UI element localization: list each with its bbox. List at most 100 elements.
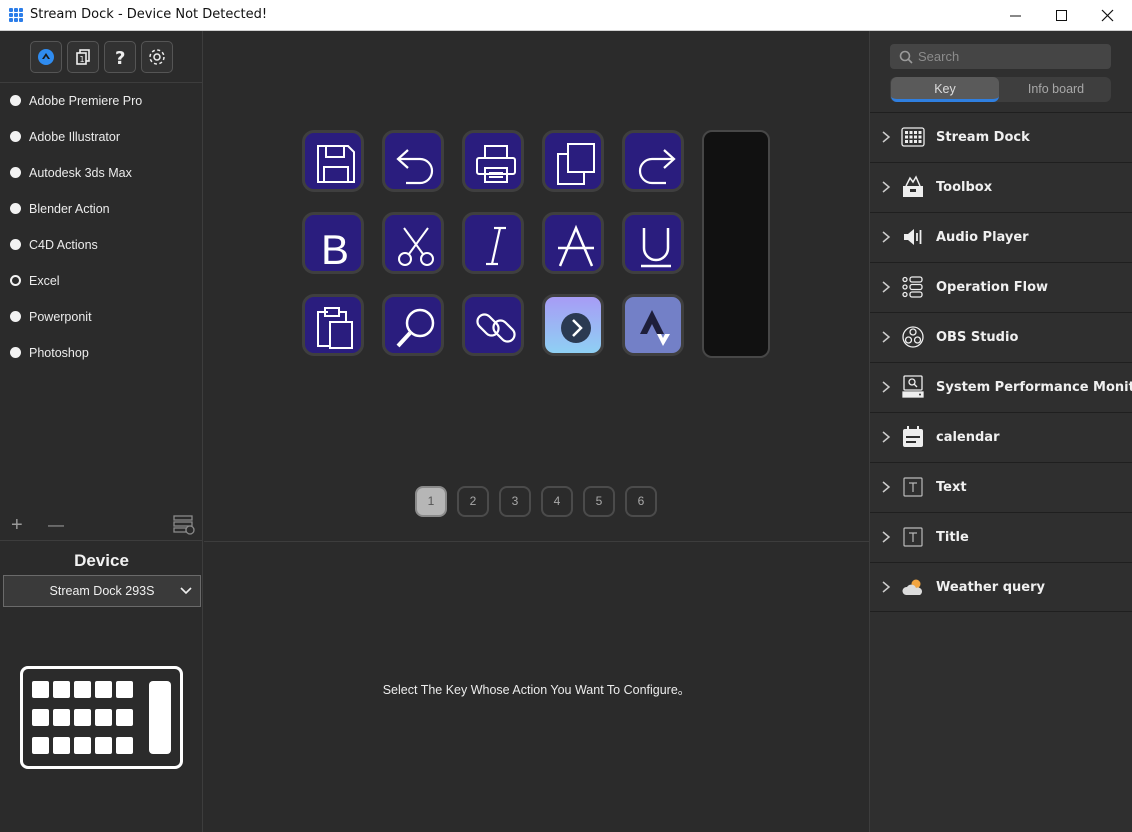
device-dropdown[interactable]: Stream Dock 293S [3,575,201,607]
page-button[interactable]: 2 [457,486,489,517]
profile-name: Adobe Premiere Pro [29,94,143,108]
add-profile-button[interactable]: + [11,515,23,535]
page-button[interactable]: 3 [499,486,531,517]
undo-icon [396,149,434,185]
text-icon [903,477,923,497]
profile-item[interactable]: Photoshop [0,335,203,371]
profile-radio [10,95,21,106]
profile-manage-icon[interactable] [172,513,196,535]
profile-name: Autodesk 3ds Max [29,166,132,180]
strava-icon [640,310,670,346]
key-12[interactable] [382,294,444,356]
touch-bar-key[interactable] [702,130,770,358]
minimize-button[interactable] [993,0,1039,31]
category-weather-query[interactable]: Weather query [870,562,1132,612]
search-box[interactable] [890,44,1111,69]
key-4[interactable] [542,130,604,192]
profile-item-selected[interactable]: Excel [0,263,203,299]
profile-item[interactable]: Blender Action [0,191,203,227]
monitor-icon [902,375,924,398]
category-stream-dock[interactable]: Stream Dock [870,112,1132,162]
chevron-right-icon [882,581,891,593]
device-illustration [20,666,183,769]
key-1[interactable] [302,130,364,192]
svg-text:?: ? [115,48,125,67]
key-6[interactable]: B [302,212,364,274]
chevron-right-icon [882,231,891,243]
flow-icon [902,276,923,298]
settings-button[interactable] [141,41,173,73]
speaker-icon [904,229,922,245]
category-operation-flow[interactable]: Operation Flow [870,262,1132,312]
obs-icon [902,326,924,348]
device-dropdown-value: Stream Dock 293S [49,584,155,598]
key-10[interactable] [622,212,684,274]
key-8[interactable] [462,212,524,274]
page-button[interactable]: 4 [541,486,573,517]
maximize-button[interactable] [1039,0,1085,31]
profile-radio [10,131,21,142]
key-15[interactable] [622,294,684,356]
profile-name: Blender Action [29,202,110,216]
category-toolbox[interactable]: Toolbox [870,162,1132,212]
paste-icon [317,307,353,349]
profile-name: Excel [29,274,60,288]
key-9[interactable] [542,212,604,274]
key-2[interactable] [382,130,444,192]
tab-key[interactable]: Key [891,77,999,102]
category-title[interactable]: Title [870,512,1132,562]
copy-pages-icon: 1 [76,49,90,65]
chevron-right-icon [882,331,891,343]
key-3[interactable] [462,130,524,192]
profile-radio [10,347,21,358]
italic-icon [486,226,506,266]
profile-item[interactable]: Adobe Illustrator [0,119,203,155]
minimize-icon [1010,15,1021,17]
category-text[interactable]: Text [870,462,1132,512]
page-button[interactable]: 5 [583,486,615,517]
title-icon [903,527,923,547]
profile-item[interactable]: Adobe Premiere Pro [0,83,203,119]
tab-info-board[interactable]: Info board [1001,77,1111,102]
copy-icon [557,143,595,185]
category-label: Stream Dock [936,130,1030,145]
page-button[interactable]: 6 [625,486,657,517]
profile-radio [10,239,21,250]
arrow-right-circle-icon [561,313,591,343]
remove-profile-button[interactable]: — [48,516,64,536]
category-label: OBS Studio [936,330,1019,345]
chevron-right-icon [882,381,891,393]
gear-icon [149,49,165,65]
profile-radio [10,167,21,178]
category-system-performance-monitor[interactable]: System Performance Monitor [870,362,1132,412]
chevron-right-icon [882,131,891,143]
category-label: Operation Flow [936,280,1049,295]
category-label: calendar [936,430,1000,445]
svg-text:B: B [321,226,349,270]
category-obs-studio[interactable]: OBS Studio [870,312,1132,362]
key-7[interactable] [382,212,444,274]
print-icon [476,145,516,183]
key-13[interactable] [462,294,524,356]
profile-actions: + — [0,509,203,541]
help-button[interactable]: ? [104,41,136,73]
store-button[interactable] [30,41,62,73]
search-input[interactable] [918,47,1104,66]
right-panel: Key Info board Stream Dock Toolbox Audio… [869,31,1132,832]
toolbox-icon [903,175,923,197]
key-11[interactable] [302,294,364,356]
profile-item[interactable]: Autodesk 3ds Max [0,155,203,191]
profile-name: C4D Actions [29,238,98,252]
profile-item[interactable]: Powerponit [0,299,203,335]
category-audio-player[interactable]: Audio Player [870,212,1132,262]
key-14[interactable] [542,294,604,356]
close-button[interactable] [1085,0,1131,31]
profile-item[interactable]: C4D Actions [0,227,203,263]
page-button[interactable]: 1 [415,486,447,517]
multi-profile-button[interactable]: 1 [67,41,99,73]
window-title: Stream Dock - Device Not Detected! [30,7,268,22]
underline-icon [641,228,671,268]
key-5[interactable] [622,130,684,192]
category-calendar[interactable]: calendar [870,412,1132,462]
action-category-list: Stream Dock Toolbox Audio Player Operati… [870,112,1132,612]
